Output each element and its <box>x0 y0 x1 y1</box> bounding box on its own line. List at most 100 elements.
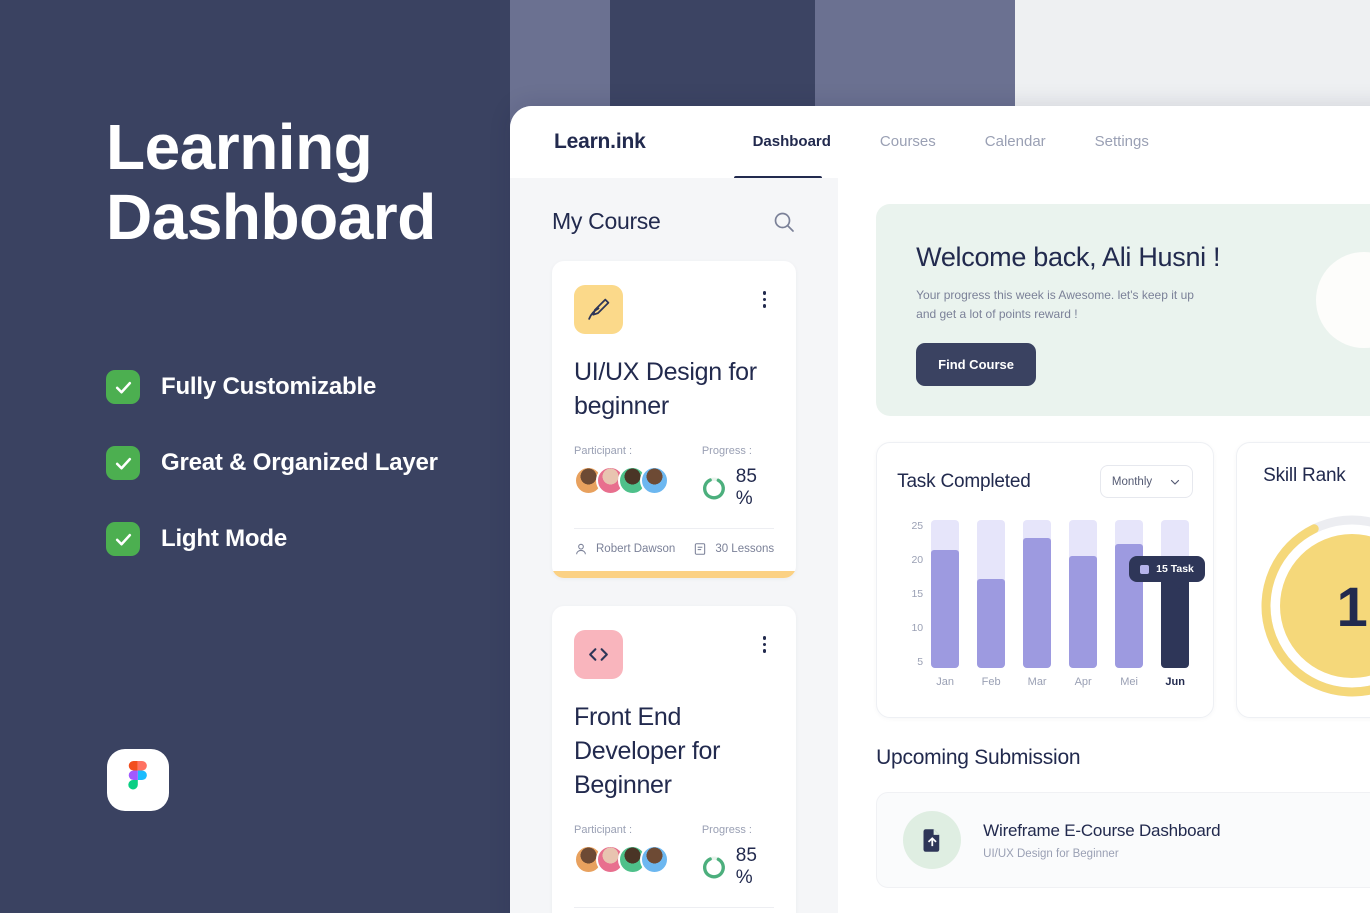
submission-course: UI/UX Design for Beginner <box>983 847 1119 860</box>
progress-value-row: 85 % <box>702 466 774 510</box>
task-card-header: Task Completed Monthly <box>897 465 1194 498</box>
feature-label: Light Mode <box>161 525 287 552</box>
feature-item: Great & Organized Layer <box>106 446 438 480</box>
nav-item-courses[interactable]: Courses <box>880 133 936 152</box>
chart-y-axis: 25 20 15 10 5 <box>897 520 923 668</box>
avatar <box>640 845 669 874</box>
app-body: My Course UI/UX Design for beginner Part… <box>510 178 1370 913</box>
progress-block: Progress : 85 % <box>702 445 774 510</box>
course-card-stats: Participant : Progress : 85 % <box>574 824 774 889</box>
feature-item: Fully Customizable <box>106 370 438 404</box>
my-course-header: My Course <box>552 208 796 235</box>
chart-bars <box>931 520 1190 668</box>
x-tick: Jan <box>936 676 955 688</box>
check-icon <box>106 522 140 556</box>
submission-texts: Wireframe E-Course Dashboard UI/UX Desig… <box>983 821 1370 860</box>
code-icon <box>574 630 623 679</box>
upcoming-submission-title: Upcoming Submission <box>876 746 1081 769</box>
task-bar-chart: 25 20 15 10 5 15 Task Jan Feb Mar Apr Me… <box>897 520 1205 700</box>
bar-value <box>931 549 960 668</box>
lessons-row: 30 Lessons <box>693 542 774 556</box>
y-tick: 25 <box>911 520 924 532</box>
nav-item-dashboard[interactable]: Dashboard <box>753 133 831 152</box>
y-tick: 15 <box>911 588 924 600</box>
nav-item-settings[interactable]: Settings <box>1095 133 1149 152</box>
bar-column[interactable] <box>1023 520 1052 668</box>
x-tick: Apr <box>1074 676 1092 688</box>
course-card-footer: Robert Dawson 30 Lessons <box>574 908 774 913</box>
promo-title-line1: Learning <box>106 111 373 183</box>
progress-value-row: 85 % <box>702 845 774 889</box>
y-tick: 20 <box>911 554 924 566</box>
course-card-footer: Robert Dawson 30 Lessons <box>574 529 774 571</box>
bar-value-highlighted <box>1161 579 1190 668</box>
stats-row: Task Completed Monthly 25 20 15 10 5 15 … <box>876 442 1370 718</box>
skill-rank-title: Skill Rank <box>1263 465 1346 486</box>
welcome-subtitle: Your progress this week is Awesome. let'… <box>916 288 1194 321</box>
participant-label: Participant : <box>574 445 633 457</box>
main-column: Welcome back, Ali Husni ! Your progress … <box>838 178 1370 913</box>
task-completed-card: Task Completed Monthly 25 20 15 10 5 15 … <box>876 442 1215 718</box>
lessons-count: 30 Lessons <box>715 543 775 555</box>
skill-rank-value: 1 <box>1336 574 1368 638</box>
bar-column[interactable] <box>1161 520 1190 668</box>
instructor-name: Robert Dawson <box>596 543 676 555</box>
feature-label: Fully Customizable <box>161 373 377 400</box>
chart-tooltip: 15 Task <box>1129 556 1205 589</box>
bar-column[interactable] <box>931 520 960 668</box>
search-icon[interactable] <box>772 210 796 234</box>
progress-block: Progress : 85 % <box>702 824 774 889</box>
course-card-title: Front End Developer for Beginner <box>574 703 721 799</box>
file-upload-icon <box>903 811 962 869</box>
bar-column[interactable] <box>1115 520 1144 668</box>
course-card-menu-button[interactable] <box>755 285 775 314</box>
tooltip-label: 15 Task <box>1156 563 1194 575</box>
submission-name: Wireframe E-Course Dashboard <box>983 820 1221 840</box>
course-card-menu-button[interactable] <box>755 630 775 659</box>
participant-label: Participant : <box>574 824 633 836</box>
user-icon <box>576 543 586 555</box>
x-tick: Mar <box>1027 676 1047 688</box>
nav-item-calendar[interactable]: Calendar <box>985 133 1046 152</box>
progress-percent: 85 % <box>735 466 757 509</box>
feature-list: Fully Customizable Great & Organized Lay… <box>106 370 438 598</box>
bar-value <box>1023 537 1052 668</box>
course-card-stats: Participant : Progress : 85 % <box>574 445 774 510</box>
avatar-group <box>574 466 702 495</box>
brand-logo[interactable]: Learn.ink <box>554 130 646 154</box>
chevron-down-icon <box>1171 479 1180 485</box>
bar-column[interactable] <box>977 520 1006 668</box>
course-card-title: UI/UX Design for beginner <box>574 358 757 420</box>
period-select[interactable]: Monthly <box>1099 465 1194 498</box>
y-tick: 5 <box>917 656 924 668</box>
find-course-button[interactable]: Find Course <box>916 343 1036 386</box>
course-card[interactable]: Front End Developer for Beginner Partici… <box>552 606 797 913</box>
app-header: Learn.ink Dashboard Courses Calendar Set… <box>510 106 1370 180</box>
promo-panel: Learning Dashboard Fully Customizable Gr… <box>0 0 510 913</box>
submission-row[interactable]: Wireframe E-Course Dashboard UI/UX Desig… <box>876 792 1370 888</box>
progress-percent: 85 % <box>735 845 757 888</box>
pen-tool-icon <box>574 285 623 334</box>
bar-column[interactable] <box>1069 520 1098 668</box>
main-nav: Dashboard Courses Calendar Settings <box>753 133 1149 152</box>
progress-ring <box>702 856 725 878</box>
instructor-row: Robert Dawson <box>574 542 675 556</box>
progress-ring <box>702 477 725 499</box>
check-icon <box>106 446 140 480</box>
task-card-title: Task Completed <box>897 470 1031 492</box>
my-course-title: My Course <box>552 208 661 234</box>
course-card-top <box>574 630 774 679</box>
feature-item: Light Mode <box>106 522 438 556</box>
course-card[interactable]: UI/UX Design for beginner Participant : <box>552 261 797 578</box>
bar-value <box>1069 555 1098 668</box>
lessons-icon <box>695 543 706 555</box>
course-card-body: UI/UX Design for beginner Participant : <box>552 261 796 571</box>
course-card-top <box>574 285 774 334</box>
participants-block: Participant : <box>574 824 702 889</box>
avatar <box>640 466 669 495</box>
promo-title-line2: Dashboard <box>106 181 436 253</box>
app-window: Learn.ink Dashboard Courses Calendar Set… <box>510 106 1370 913</box>
period-select-value: Monthly <box>1111 475 1153 488</box>
feature-label: Great & Organized Layer <box>161 449 438 476</box>
participants-block: Participant : <box>574 445 702 510</box>
